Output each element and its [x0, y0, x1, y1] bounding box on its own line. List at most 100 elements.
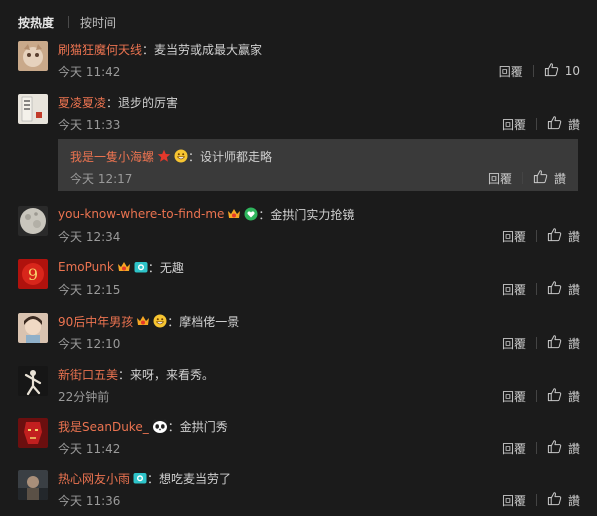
- like-button[interactable]: 10: [544, 62, 580, 80]
- username-link[interactable]: EmoPunk: [58, 260, 114, 274]
- thumbs-up-icon: [547, 334, 562, 352]
- comment-header: 我是一隻小海螺 ：设计师都走略: [70, 148, 272, 164]
- reply-button[interactable]: 回覆: [502, 388, 526, 405]
- reply-button[interactable]: 回覆: [502, 492, 526, 509]
- thumbs-up-icon: [544, 62, 559, 80]
- like-button[interactable]: 讚: [547, 227, 580, 245]
- nested-reply: 我是一隻小海螺 ：设计师都走略 今天 12:17 回覆 讚: [58, 139, 578, 191]
- reply-button[interactable]: 回覆: [502, 335, 526, 352]
- like-label: 讚: [567, 336, 580, 351]
- comment-text: ：金拱门秀: [167, 419, 228, 434]
- like-button[interactable]: 讚: [547, 491, 580, 509]
- comment-item: you-know-where-to-find-me ：金拱门实力抢镜 今天 12…: [18, 206, 580, 246]
- comment-text: ：无趣: [147, 260, 184, 275]
- like-button[interactable]: 讚: [547, 280, 580, 298]
- action-divider: [535, 390, 537, 402]
- like-label: 讚: [553, 171, 566, 186]
- like-label: 讚: [567, 282, 580, 297]
- comment-time: 今天 12:17: [70, 172, 133, 186]
- comment-text: ：退步的厉害: [106, 95, 179, 110]
- reply-button[interactable]: 回覆: [502, 281, 526, 298]
- avatar[interactable]: [18, 41, 48, 71]
- thumbs-up-icon: [547, 387, 562, 405]
- comment-actions: 回覆 讚: [502, 334, 580, 352]
- thumbs-up-icon: [547, 491, 562, 509]
- comment-time: 今天 11:42: [58, 442, 121, 456]
- reply-button[interactable]: 回覆: [502, 228, 526, 245]
- username-link[interactable]: 夏凌夏凌: [58, 94, 106, 111]
- avatar[interactable]: [18, 366, 48, 396]
- reply-button[interactable]: 回覆: [502, 440, 526, 457]
- comment-actions: 回覆 讚: [502, 439, 580, 457]
- thumbs-up-icon: [533, 169, 548, 187]
- reply-button[interactable]: 回覆: [502, 116, 526, 133]
- comment-text: ：来呀，来看秀。: [118, 367, 215, 382]
- comment-time: 今天 11:36: [58, 494, 121, 508]
- comment-actions: 回覆 讚: [502, 280, 580, 298]
- avatar[interactable]: [18, 470, 48, 500]
- vip-crown-badge-icon: [136, 314, 150, 328]
- action-divider: [535, 283, 537, 295]
- star-badge-icon: [157, 149, 171, 163]
- action-divider: [535, 118, 537, 130]
- comment-actions: 回覆 讚: [502, 227, 580, 245]
- green-heart-badge-icon: [244, 207, 258, 221]
- tab-sort-hot[interactable]: 按热度: [18, 14, 54, 31]
- comment-item: 我是SeanDuke_ ：金拱门秀 今天 11:42 回覆 讚: [18, 418, 580, 458]
- comment-item: 90后中年男孩 ：摩档佬一景 今天 12:10 回覆 讚: [18, 313, 580, 353]
- comment-item: 热心网友小雨 ：想吃麦当劳了 今天 11:36 回覆 讚: [18, 470, 580, 510]
- comment-time: 今天 12:10: [58, 337, 121, 351]
- like-count: 10: [564, 64, 580, 78]
- tab-sort-time[interactable]: 按时间: [80, 14, 116, 31]
- username-link[interactable]: 90后中年男孩: [58, 313, 133, 330]
- comment-time: 22分钟前: [58, 390, 110, 404]
- avatar[interactable]: 9: [18, 259, 48, 289]
- comment-time: 今天 11:42: [58, 65, 121, 79]
- avatar[interactable]: [18, 206, 48, 236]
- action-divider: [535, 337, 537, 349]
- comment-header: 我是SeanDuke_ ：金拱门秀: [58, 418, 228, 434]
- avatar[interactable]: [18, 313, 48, 343]
- comment-actions: 回覆 讚: [502, 491, 580, 509]
- comment-header: 夏凌夏凌 ：退步的厉害: [58, 94, 178, 110]
- avatar[interactable]: [18, 418, 48, 448]
- comment-actions: 回覆 10: [499, 62, 580, 80]
- like-button[interactable]: 讚: [547, 334, 580, 352]
- username-link[interactable]: you-know-where-to-find-me: [58, 207, 224, 221]
- vip-crown-badge-icon: [227, 207, 241, 221]
- comment-item: 刷猫狂魔何天线 ：麦当劳或成最大赢家 今天 11:42 回覆 10: [18, 41, 580, 81]
- comment-actions: 回覆 讚: [502, 115, 580, 133]
- panda-badge-icon: [152, 419, 168, 433]
- comment-text: ：想吃麦当劳了: [147, 471, 232, 486]
- thumbs-up-icon: [547, 227, 562, 245]
- like-button[interactable]: 讚: [547, 439, 580, 457]
- avatar[interactable]: [18, 94, 48, 124]
- comment-item: 新街口五美 ：来呀，来看秀。 22分钟前 回覆 讚: [18, 366, 580, 406]
- username-link[interactable]: 我是一隻小海螺: [70, 148, 154, 165]
- reply-button[interactable]: 回覆: [499, 63, 523, 80]
- comment-actions: 回覆 讚: [502, 387, 580, 405]
- comment-time: 今天 12:15: [58, 283, 121, 297]
- comment-text: ：摩档佬一景: [167, 314, 240, 329]
- camera-badge-icon: [133, 471, 147, 485]
- like-button[interactable]: 讚: [533, 169, 566, 187]
- username-link[interactable]: 我是SeanDuke_: [58, 418, 149, 435]
- grin-emoji-icon: [174, 149, 188, 163]
- comment-time: 今天 12:34: [58, 230, 121, 244]
- comment-header: 热心网友小雨 ：想吃麦当劳了: [58, 470, 231, 486]
- comment-text: ：设计师都走略: [188, 149, 273, 164]
- username-link[interactable]: 刷猫狂魔何天线: [58, 41, 142, 58]
- like-button[interactable]: 讚: [547, 387, 580, 405]
- username-link[interactable]: 新街口五美: [58, 366, 118, 383]
- action-divider: [535, 230, 537, 242]
- vip-crown-badge-icon: [117, 260, 131, 274]
- like-button[interactable]: 讚: [547, 115, 580, 133]
- username-link[interactable]: 热心网友小雨: [58, 470, 130, 487]
- comment-time: 今天 11:33: [58, 118, 121, 132]
- comment-header: 刷猫狂魔何天线 ：麦当劳或成最大赢家: [58, 41, 262, 57]
- reply-button[interactable]: 回覆: [488, 170, 512, 187]
- sort-tabs: 按热度 按时间: [18, 14, 116, 30]
- thumbs-up-icon: [547, 115, 562, 133]
- comment-actions: 回覆 讚: [488, 169, 566, 187]
- thumbs-up-icon: [547, 280, 562, 298]
